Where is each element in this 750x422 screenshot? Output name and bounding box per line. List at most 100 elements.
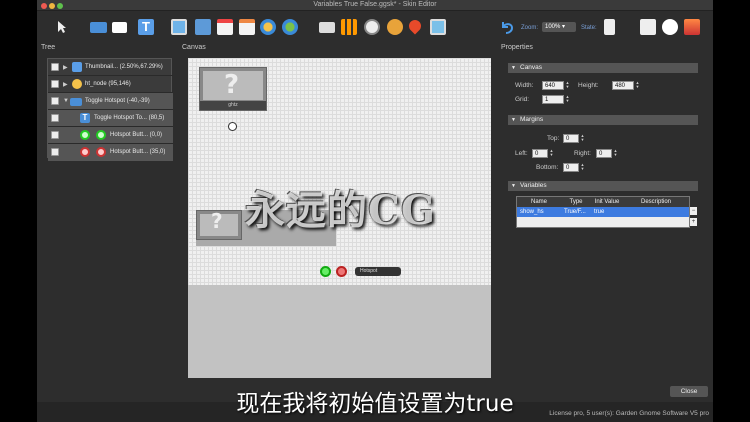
margin-left-input[interactable]: 0: [532, 149, 548, 158]
variable-description-cell[interactable]: [623, 207, 689, 217]
folder-icon: [72, 62, 82, 72]
toolbar: T Zoom: 100% ▾ State:: [37, 11, 713, 42]
svg-file-icon[interactable]: [217, 19, 233, 35]
table-header-type[interactable]: Type: [561, 197, 591, 207]
grid-label: Grid:: [515, 96, 530, 103]
folder-icon[interactable]: [90, 22, 107, 33]
margin-left-label: Left:: [515, 150, 528, 157]
margin-bottom-stepper[interactable]: ▲ ▼: [580, 163, 585, 172]
tree-item-hotspot-button-2[interactable]: Hotspot Butt... (35,0): [48, 144, 173, 161]
green-hotspot-button[interactable]: [320, 266, 331, 277]
swf-file-icon[interactable]: [239, 19, 255, 35]
margin-right-input[interactable]: 0: [596, 149, 612, 158]
variable-name-cell[interactable]: show_hs: [517, 207, 561, 217]
table-header-description[interactable]: Description: [623, 197, 689, 207]
green-hotspot-icon: [96, 130, 106, 140]
tree-panel-label: Tree: [41, 44, 56, 51]
placeholder-question-icon: ?: [224, 70, 240, 100]
red-hotspot-icon: [80, 147, 90, 157]
image-icon[interactable]: [171, 19, 187, 35]
margin-top-label: Top:: [547, 135, 560, 142]
width-input[interactable]: 640: [542, 81, 564, 90]
properties-panel-label: Properties: [501, 44, 533, 51]
pin-icon[interactable]: [406, 17, 424, 35]
thumbnail-element[interactable]: ? ghtz: [199, 67, 267, 111]
select-tool-icon[interactable]: [53, 19, 69, 35]
margins-section-header[interactable]: Margins: [508, 115, 698, 125]
variables-table: Name Type Init Value Description show_hs…: [516, 196, 690, 228]
compass-icon[interactable]: [364, 19, 380, 35]
canvas-section-header[interactable]: Canvas: [508, 63, 698, 73]
canvas-panel-label: Canvas: [182, 44, 206, 51]
height-stepper[interactable]: ▲ ▼: [635, 81, 640, 90]
grid-icon[interactable]: [341, 19, 357, 35]
table-header-name[interactable]: Name: [517, 197, 561, 207]
node-icon: [72, 79, 82, 89]
grid-stepper[interactable]: ▲ ▼: [565, 95, 570, 104]
margin-top-stepper[interactable]: ▲ ▼: [580, 134, 585, 143]
collapse-arrow-icon[interactable]: ▼: [63, 98, 69, 104]
height-input[interactable]: 480: [612, 81, 634, 90]
map-icon[interactable]: [430, 19, 446, 35]
thumbnail-element-small[interactable]: ?: [196, 209, 242, 240]
window-title: Variables True False.ggsk* - Skin Editor: [313, 1, 437, 8]
tree-item-thumbnail[interactable]: ▶ Thumbnail... (2.50%,67.29%): [48, 59, 173, 76]
variable-type-cell[interactable]: True/F...: [561, 207, 591, 217]
text-tool-icon[interactable]: T: [138, 19, 154, 35]
placeholder-question-icon: ?: [211, 209, 223, 233]
visibility-checkbox[interactable]: [51, 80, 59, 88]
margin-right-stepper[interactable]: ▲ ▼: [613, 149, 618, 158]
hotspot-tool-icon[interactable]: [195, 19, 211, 35]
tree-item-hotspot-button-1[interactable]: Hotspot Butt... (0,0): [48, 127, 173, 144]
visibility-checkbox[interactable]: [51, 97, 59, 105]
watermark: 永远的CG: [245, 187, 436, 234]
globe-icon[interactable]: [260, 19, 276, 35]
expand-arrow-icon[interactable]: ▶: [63, 81, 68, 88]
folder-icon: [70, 98, 82, 106]
table-row-empty[interactable]: [517, 217, 689, 227]
variable-init-cell[interactable]: true: [591, 207, 623, 217]
visibility-checkbox[interactable]: [51, 148, 59, 156]
visibility-checkbox[interactable]: [51, 63, 59, 71]
table-header-init-value[interactable]: Init Value: [591, 197, 623, 207]
green-hotspot-icon: [80, 130, 90, 140]
text-icon: T: [80, 113, 90, 123]
video-subtitle: 现在我将初始值设置为true: [236, 391, 514, 417]
search-icon[interactable]: [662, 19, 678, 35]
visibility-checkbox[interactable]: [51, 131, 59, 139]
undo-icon[interactable]: [499, 19, 515, 35]
zoom-label: Zoom:: [521, 25, 539, 31]
preview-icon[interactable]: [640, 19, 656, 35]
target-icon[interactable]: [387, 19, 403, 35]
red-hotspot-icon: [96, 147, 106, 157]
width-label: Width:: [515, 82, 534, 89]
node-crosshair-icon[interactable]: [228, 122, 237, 131]
grid-input[interactable]: 1: [542, 95, 564, 104]
window-icon[interactable]: [319, 22, 335, 33]
tree-item-ht-node[interactable]: ▶ ht_node (95,146): [48, 76, 173, 93]
state-document-icon[interactable]: [604, 19, 615, 35]
variables-section-header[interactable]: Variables: [508, 181, 698, 191]
margin-left-stepper[interactable]: ▲ ▼: [549, 149, 554, 158]
expand-arrow-icon[interactable]: ▶: [63, 64, 68, 71]
world-icon[interactable]: [282, 19, 298, 35]
tree-item-toggle-hotspot-text[interactable]: T Toggle Hotspot To... (80,5): [48, 110, 173, 127]
margin-bottom-label: Bottom:: [536, 164, 559, 171]
width-stepper[interactable]: ▲ ▼: [565, 81, 570, 90]
margin-right-label: Right:: [574, 150, 591, 157]
skin-canvas[interactable]: ? ghtz ? Hotspot: [188, 58, 491, 285]
height-label: Height:: [578, 82, 599, 89]
visibility-checkbox[interactable]: [51, 114, 59, 122]
tree-item-toggle-hotspot[interactable]: ▼ Toggle Hotspot (-40,-39): [48, 93, 173, 110]
red-hotspot-button[interactable]: [336, 266, 347, 277]
remove-variable-button[interactable]: −: [690, 207, 697, 215]
margin-top-input[interactable]: 0: [563, 134, 579, 143]
thumbnail-caption: ghtz: [200, 101, 266, 110]
add-variable-button[interactable]: +: [690, 218, 697, 226]
margin-bottom-input[interactable]: 0: [563, 163, 579, 172]
zoom-select[interactable]: 100% ▾: [542, 22, 576, 32]
output-icon[interactable]: [684, 19, 700, 35]
hotspot-text-label[interactable]: Hotspot: [355, 267, 401, 276]
tree-panel: ▶ Thumbnail... (2.50%,67.29%) ▶ ht_node …: [47, 58, 173, 161]
rectangle-icon[interactable]: [112, 22, 127, 33]
